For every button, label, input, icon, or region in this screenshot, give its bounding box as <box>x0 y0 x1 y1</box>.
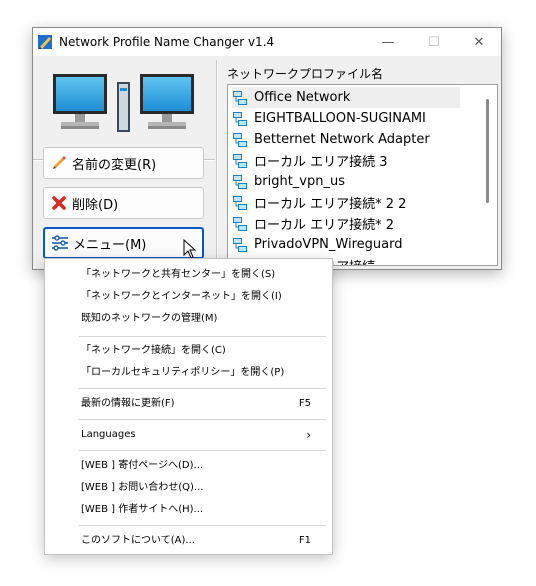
menu-button[interactable]: メニュー(M) <box>43 227 204 259</box>
menu-item[interactable]: 最新の情報に更新(F) F5 <box>81 395 321 413</box>
list-item[interactable]: PrivadoVPN_Wireguard <box>232 234 460 255</box>
menu-item[interactable]: 「ネットワークとインターネット」を開く(I) <box>81 288 321 306</box>
network-computers-icon <box>53 74 194 132</box>
close-button[interactable]: ✕ <box>456 28 502 56</box>
menu-item-label: 「ネットワークとインターネット」を開く(I) <box>81 291 282 302</box>
rename-label: 名前の変更(R) <box>72 157 157 173</box>
delete-label: 削除(D) <box>72 197 119 213</box>
menu-item-label: 「ローカルセキュリティポリシー」を開く(P) <box>81 367 285 378</box>
list-item[interactable]: ローカル エリア接続* 2 <box>232 213 460 234</box>
menu-item[interactable]: 「ローカルセキュリティポリシー」を開く(P) <box>81 364 321 382</box>
list-item[interactable]: Office Network <box>232 87 460 108</box>
list-item-label: ローカル エリア接続 3 <box>254 155 388 170</box>
list-item[interactable]: EIGHTBALLOON-SUGINAMI <box>232 108 460 129</box>
delete-button[interactable]: 削除(D) <box>43 187 204 219</box>
menu-item[interactable]: [WEB ] お問い合わせ(Q)... <box>81 479 321 497</box>
menu-item[interactable]: 「ネットワーク接続」を開く(C) <box>81 342 321 360</box>
menu-item-label: 最新の情報に更新(F) <box>81 398 175 409</box>
menu-item-label: このソフトについて(A)... <box>81 535 195 546</box>
menu-separator <box>79 450 326 451</box>
menu-item-label: [WEB ] お問い合わせ(Q)... <box>81 482 204 493</box>
menu-separator <box>79 388 326 389</box>
network-icon <box>232 195 248 211</box>
menu-item-label: [WEB ] 作者サイトへ(H)... <box>81 504 204 515</box>
menu-separator <box>79 336 326 337</box>
minimize-button[interactable]: — <box>365 28 411 56</box>
network-icon <box>232 90 248 106</box>
list-header: ネットワークプロファイル名 <box>227 67 384 81</box>
menu-item[interactable]: [WEB ] 作者サイトへ(H)... <box>81 501 321 519</box>
context-menu: 「ネットワークと共有センター」を開く(S) 「ネットワークとインターネット」を開く… <box>44 258 333 555</box>
minimize-icon: — <box>381 34 395 50</box>
mouse-cursor-icon <box>183 239 197 259</box>
list-item-label: bright_vpn_us <box>254 174 345 189</box>
main-window: Network Profile Name Changer v1.4 — ☐ ✕ <box>32 27 502 270</box>
profile-list[interactable]: Office Network EIGHTBALLOON-SUGINAMI Bette… <box>227 84 498 266</box>
network-icon <box>232 174 248 190</box>
menu-item[interactable]: 既知のネットワークの管理(M) <box>81 310 321 328</box>
network-icon <box>232 216 248 232</box>
list-item-label: EIGHTBALLOON-SUGINAMI <box>254 111 426 126</box>
delete-x-icon <box>50 194 68 212</box>
menu-item-label: 既知のネットワークの管理(M) <box>81 313 218 324</box>
list-item-label: PrivadoVPN_Wireguard <box>254 237 403 252</box>
list-item[interactable]: bright_vpn_us <box>232 171 460 192</box>
menu-separator <box>79 419 326 420</box>
menu-item-label: 「ネットワーク接続」を開く(C) <box>81 345 226 356</box>
pencil-icon <box>50 154 68 172</box>
menu-item[interactable]: 「ネットワークと共有センター」を開く(S) <box>81 266 321 284</box>
list-item-label: ローカル エリア接続* 2 2 <box>254 197 407 212</box>
list-item-label: Office Network <box>254 90 351 105</box>
network-icon <box>232 111 248 127</box>
app-icon <box>38 35 52 49</box>
panel-divider <box>216 60 218 270</box>
scrollbar-thumb[interactable] <box>486 99 489 203</box>
maximize-icon: ☐ <box>428 34 440 50</box>
window-title: Network Profile Name Changer v1.4 <box>59 35 275 49</box>
network-icon <box>232 153 248 169</box>
list-item[interactable]: ローカル エリア接続 3 <box>232 150 460 171</box>
list-item[interactable]: ローカル エリア接続* 2 2 <box>232 192 460 213</box>
menu-label: メニュー(M) <box>73 237 147 253</box>
title-bar[interactable]: Network Profile Name Changer v1.4 — ☐ ✕ <box>33 28 501 56</box>
submenu-chevron-icon: › <box>306 428 311 442</box>
menu-separator <box>79 525 326 526</box>
list-item-label: ローカル エリア接続* 2 <box>254 218 395 233</box>
menu-item-label: Languages <box>81 429 136 440</box>
list-item-label: Betternet Network Adapter <box>254 132 430 147</box>
close-icon: ✕ <box>473 34 485 50</box>
menu-item-shortcut: F5 <box>298 398 311 409</box>
menu-item[interactable]: [WEB ] 寄付ページへ(D)... <box>81 457 321 475</box>
menu-item[interactable]: Languages › <box>81 426 321 444</box>
rename-button[interactable]: 名前の変更(R) <box>43 147 204 179</box>
menu-item-label: 「ネットワークと共有センター」を開く(S) <box>81 269 276 280</box>
list-item[interactable]: Betternet Network Adapter <box>232 129 460 150</box>
menu-item-label: [WEB ] 寄付ページへ(D)... <box>81 460 204 471</box>
menu-item[interactable]: このソフトについて(A)... F1 <box>81 532 321 550</box>
network-icon <box>232 132 248 148</box>
menu-item-shortcut: F1 <box>298 535 311 546</box>
maximize-button[interactable]: ☐ <box>411 28 457 56</box>
network-icon <box>232 237 248 253</box>
sliders-icon <box>51 234 69 252</box>
